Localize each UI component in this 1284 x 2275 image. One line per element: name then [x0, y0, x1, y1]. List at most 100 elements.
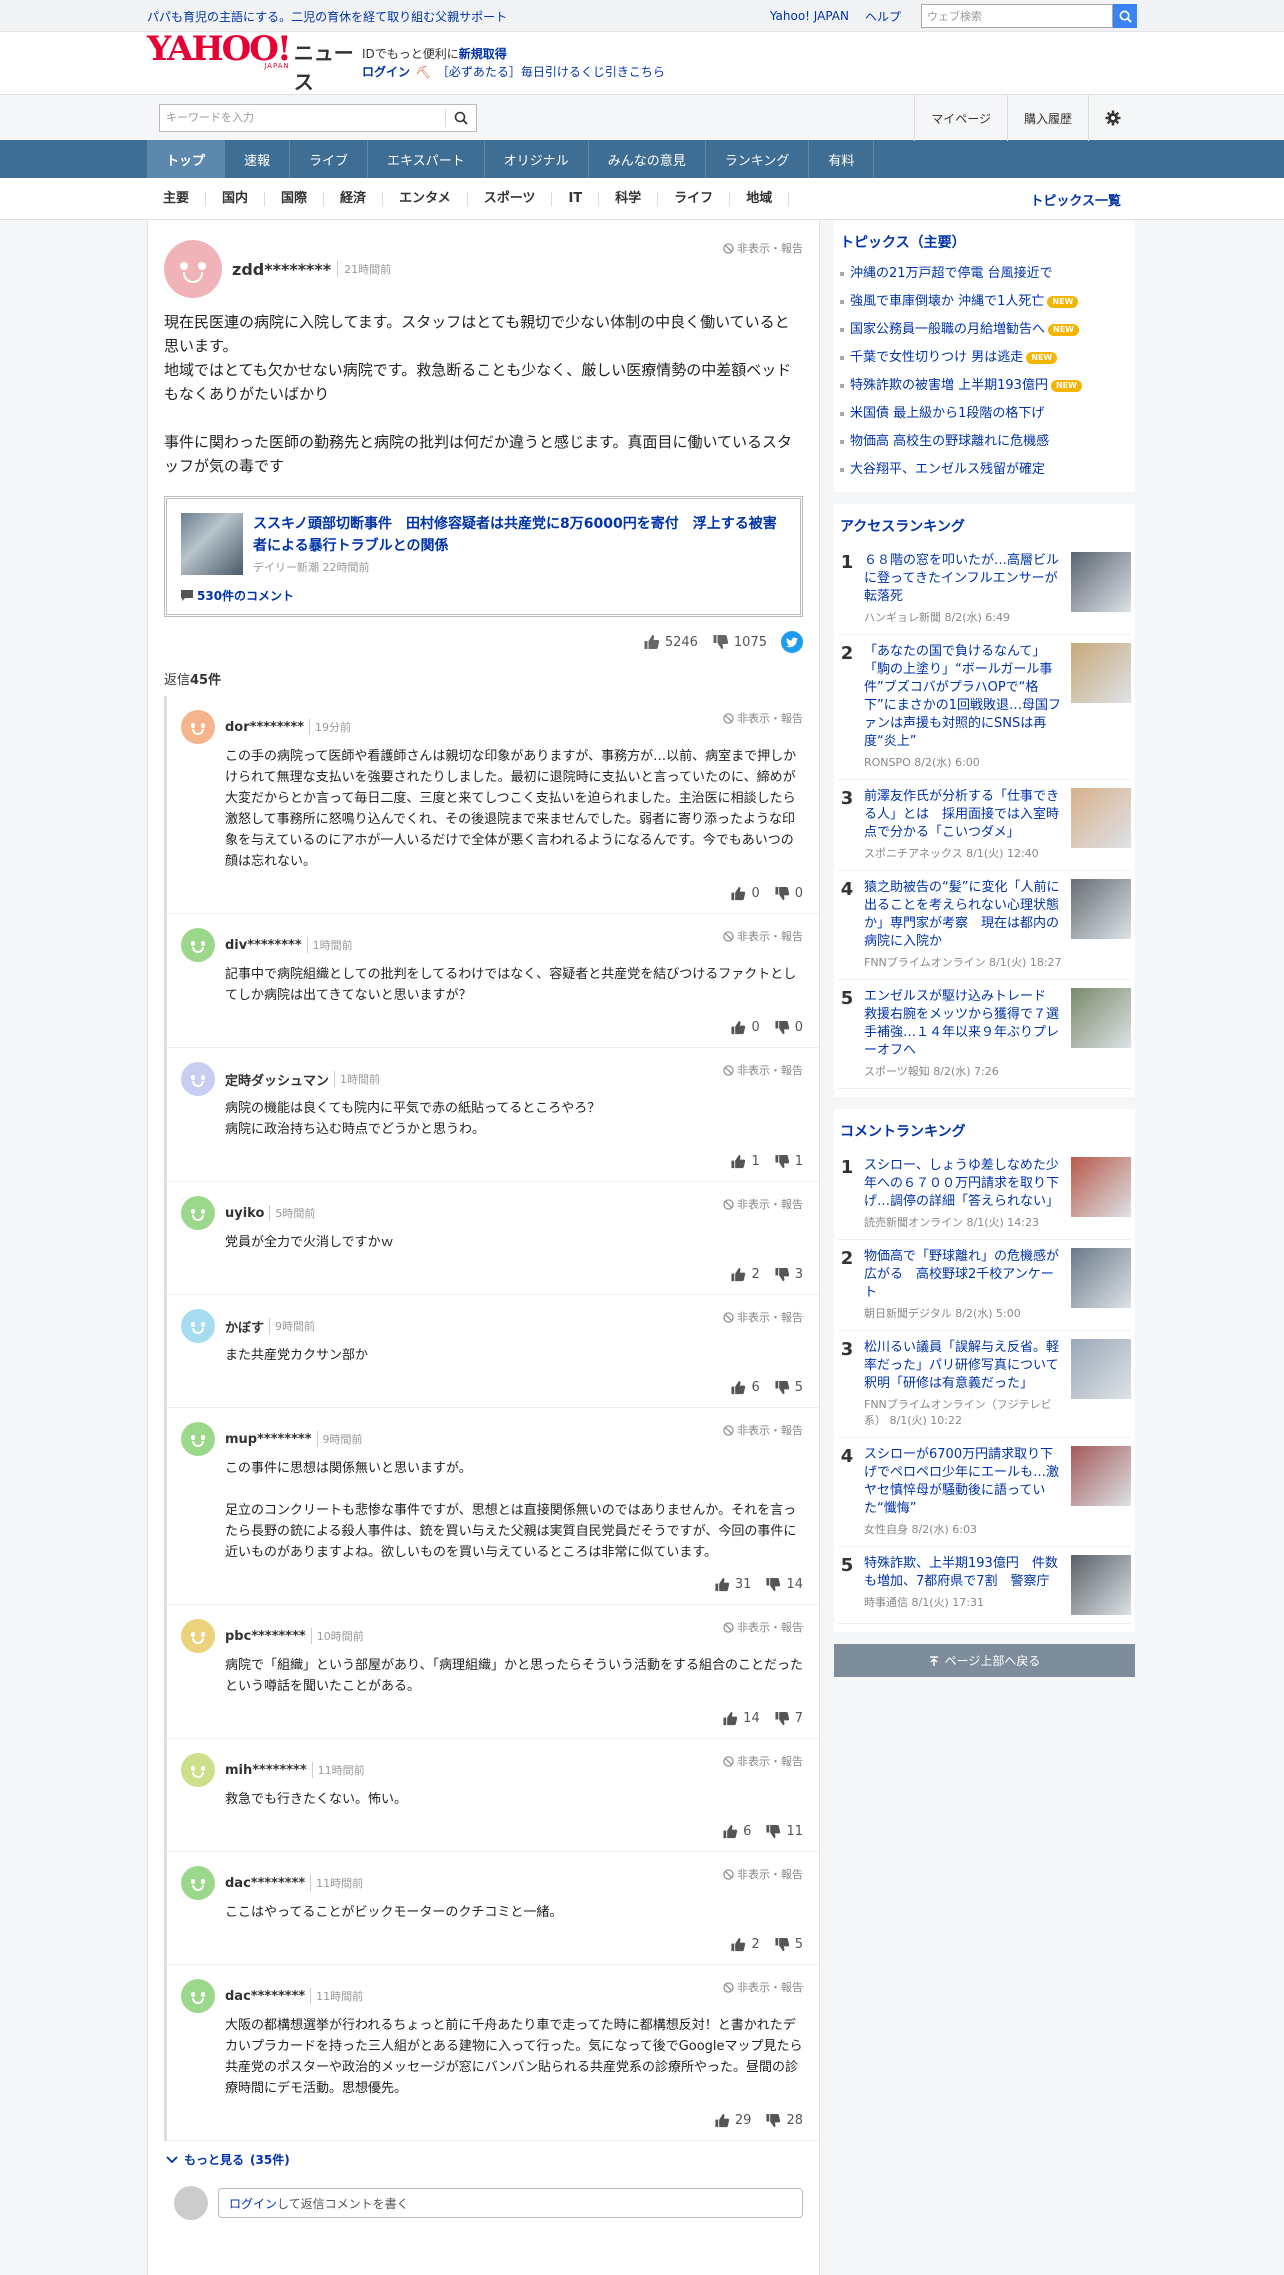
category-domestic[interactable]: 国内 [206, 192, 266, 206]
rank-title[interactable]: 松川るい議員「誤解与え反省。軽率だった」パリ研修写真について釈明「研修は有意義だ… [864, 1339, 1063, 1393]
linked-article[interactable]: ススキノ頭部切断事件 田村修容疑者は共産党に8万6000円を寄付 浮上する被害者… [164, 496, 803, 617]
topic-item[interactable]: 特殊詐欺の被害増 上半期193億円 NEW [838, 372, 1131, 400]
show-more-replies-button[interactable]: もっと見る (35件) [148, 2141, 819, 2178]
topic-title[interactable]: 国家公務員一般職の月給増勧告へ [850, 322, 1045, 337]
like-button[interactable]: 6 [722, 1824, 751, 1839]
hide-report-link[interactable]: 非表示・報告 [723, 240, 803, 256]
category-world[interactable]: 国際 [265, 192, 325, 206]
ranking-item[interactable]: 4 猿之助被告の“髪”に変化「人前に出ることを考えられない心理状態か」専門家が考… [838, 871, 1131, 980]
purchase-history-link[interactable]: 購入履歴 [1006, 95, 1088, 141]
login-link[interactable]: ログイン [362, 65, 410, 79]
ranking-item[interactable]: 1 ６８階の窓を叩いたが…高層ビルに登ってきたインフルエンサーが転落死 ハンギョ… [838, 544, 1131, 635]
topic-title[interactable]: 千葉で女性切りつけ 男は逃走 [850, 350, 1023, 365]
like-button[interactable]: 29 [714, 2113, 751, 2128]
hide-report-link[interactable]: 非表示・報告 [723, 1196, 803, 1212]
hide-report-link[interactable]: 非表示・報告 [723, 1062, 803, 1078]
dislike-button[interactable]: 7 [774, 1711, 803, 1726]
topic-title[interactable]: 物価高 高校生の野球離れに危機感 [850, 434, 1049, 449]
topic-title[interactable]: 大谷翔平、エンゼルス残留が確定 [850, 462, 1045, 477]
dislike-button[interactable]: 11 [765, 1824, 803, 1839]
rank-title[interactable]: ６８階の窓を叩いたが…高層ビルに登ってきたインフルエンサーが転落死 [864, 552, 1063, 606]
reply-user[interactable]: div******** [225, 938, 302, 953]
dislike-button[interactable]: 1 [774, 1154, 803, 1169]
category-local[interactable]: 地域 [730, 192, 790, 206]
ranking-item[interactable]: 1 スシロー、しょうゆ差しなめた少年への６７００万円請求を取り下げ…調停の詳細「… [838, 1149, 1131, 1240]
rank-title[interactable]: 特殊詐欺、上半期193億円 件数も増加、7都府県で7割 警察庁 [864, 1555, 1063, 1591]
web-search-button[interactable] [1113, 4, 1137, 28]
dislike-button[interactable]: 0 [774, 886, 803, 901]
category-economy[interactable]: 経済 [324, 192, 384, 206]
category-it[interactable]: IT [552, 192, 600, 206]
topic-item[interactable]: 沖縄の21万戸超で停電 台風接近で [838, 260, 1131, 288]
reply-input[interactable]: ログインして返信コメントを書く [218, 2188, 803, 2218]
nav-tab-live[interactable]: ライブ [290, 140, 369, 178]
hide-report-link[interactable]: 非表示・報告 [723, 1309, 803, 1325]
category-entertainment[interactable]: エンタメ [383, 192, 468, 206]
rank-title[interactable]: 「あなたの国で負けるなんて」「駒の上塗り」“ボールガール事件”ブズコバがプラハO… [864, 643, 1063, 751]
reply-user[interactable]: pbc******** [225, 1629, 306, 1644]
reply-user[interactable]: dac******** [225, 1989, 305, 2004]
like-button[interactable]: 6 [730, 1380, 760, 1395]
like-button[interactable]: 2 [730, 1267, 760, 1282]
settings-button[interactable] [1088, 95, 1137, 141]
like-button[interactable]: 14 [722, 1711, 760, 1726]
ranking-item[interactable]: 3 松川るい議員「誤解与え反省。軽率だった」パリ研修写真について釈明「研修は有意… [838, 1331, 1131, 1438]
article-comments-link[interactable]: 530件のコメント [181, 587, 786, 604]
topic-item[interactable]: 国家公務員一般職の月給増勧告へ NEW [838, 316, 1131, 344]
back-to-top-button[interactable]: ページ上部へ戻る [834, 1644, 1135, 1677]
hide-report-link[interactable]: 非表示・報告 [723, 928, 803, 944]
topic-item[interactable]: 大谷翔平、エンゼルス残留が確定 [838, 456, 1131, 484]
nav-tab-opinions[interactable]: みんなの意見 [589, 140, 706, 178]
topic-item[interactable]: 米国債 最上級から1段階の格下げ [838, 400, 1131, 428]
reply-user[interactable]: dor******** [225, 720, 304, 735]
mypage-link[interactable]: マイページ [914, 95, 1007, 141]
nav-tab-original[interactable]: オリジナル [485, 140, 589, 178]
nav-tab-breaking[interactable]: 速報 [225, 140, 291, 178]
dislike-button[interactable]: 14 [765, 1577, 803, 1592]
ranking-item[interactable]: 2 「あなたの国で負けるなんて」「駒の上塗り」“ボールガール事件”ブズコバがプラ… [838, 635, 1131, 780]
ranking-item[interactable]: 5 エンゼルスが駆け込みトレード 救援右腕をメッツから獲得で７選手補強…１４年以… [838, 980, 1131, 1089]
topics-list-link[interactable]: トピックス一覧 [1030, 190, 1137, 209]
web-search-input[interactable]: ウェブ検索 [921, 4, 1113, 28]
yahoo-japan-link[interactable]: Yahoo! JAPAN [770, 9, 849, 23]
reply-user[interactable]: dac******** [225, 1876, 305, 1891]
topic-title[interactable]: 米国債 最上級から1段階の格下げ [850, 406, 1044, 421]
like-button[interactable]: 0 [730, 886, 760, 901]
rank-title[interactable]: スシロー、しょうゆ差しなめた少年への６７００万円請求を取り下げ…調停の詳細「答え… [864, 1157, 1063, 1211]
hide-report-link[interactable]: 非表示・報告 [723, 1753, 803, 1769]
reply-login-link[interactable]: ログイン [229, 2197, 277, 2211]
promo-link[interactable]: パパも育児の主語にする。二児の育休を経て取り組む父親サポート [147, 8, 770, 25]
rank-title[interactable]: 前澤友作氏が分析する「仕事できる人」とは 採用面接では入室時点で分かる「こいつダ… [864, 788, 1063, 842]
topic-item[interactable]: 強風で車庫倒壊か 沖縄で1人死亡 NEW [838, 288, 1131, 316]
yahoo-news-logo[interactable]: YAHOO! JAPAN ニュース [147, 32, 362, 95]
topic-title[interactable]: 特殊詐欺の被害増 上半期193億円 [850, 378, 1048, 393]
reply-user[interactable]: mup******** [225, 1432, 312, 1447]
hide-report-link[interactable]: 非表示・報告 [723, 1619, 803, 1635]
category-life[interactable]: ライフ [658, 192, 731, 206]
rank-title[interactable]: エンゼルスが駆け込みトレード 救援右腕をメッツから獲得で７選手補強…１４年以来９… [864, 988, 1063, 1060]
hide-report-link[interactable]: 非表示・報告 [723, 1979, 803, 1995]
dislike-button[interactable]: 1075 [712, 634, 767, 650]
reply-user[interactable]: uyiko [225, 1206, 264, 1221]
category-sports[interactable]: スポーツ [468, 192, 553, 206]
dislike-button[interactable]: 0 [774, 1020, 803, 1035]
category-science[interactable]: 科学 [599, 192, 659, 206]
dislike-button[interactable]: 5 [774, 1380, 803, 1395]
lottery-link[interactable]: ［必ずあたる］毎日引けるくじ引きこちら [437, 65, 665, 79]
ranking-item[interactable]: 5 特殊詐欺、上半期193億円 件数も増加、7都府県で7割 警察庁 時事通信 8… [838, 1547, 1131, 1624]
article-title[interactable]: ススキノ頭部切断事件 田村修容疑者は共産党に8万6000円を寄付 浮上する被害者… [253, 513, 786, 557]
ranking-item[interactable]: 4 スシローが6700万円請求取り下げでペロペロ少年にエールも…激ヤセ慎悴母が騒… [838, 1438, 1131, 1547]
keyword-search-button[interactable] [446, 111, 476, 125]
keyword-input[interactable]: キーワードを入力 [160, 109, 446, 127]
like-button[interactable]: 1 [730, 1154, 760, 1169]
nav-tab-expert[interactable]: エキスパート [368, 140, 485, 178]
topic-title[interactable]: 沖縄の21万戸超で停電 台風接近で [850, 266, 1053, 281]
ranking-item[interactable]: 2 物価高で「野球離れ」の危機感が広がる 高校野球2千校アンケート 朝日新聞デジ… [838, 1240, 1131, 1331]
comment-user[interactable]: zdd******** [232, 260, 331, 279]
rank-title[interactable]: 猿之助被告の“髪”に変化「人前に出ることを考えられない心理状態か」専門家が考察 … [864, 879, 1063, 951]
hide-report-link[interactable]: 非表示・報告 [723, 1422, 803, 1438]
category-main[interactable]: 主要 [147, 192, 207, 206]
nav-tab-top[interactable]: トップ [147, 140, 226, 178]
ranking-item[interactable]: 3 前澤友作氏が分析する「仕事できる人」とは 採用面接では入室時点で分かる「こい… [838, 780, 1131, 871]
nav-tab-ranking[interactable]: ランキング [706, 140, 810, 178]
